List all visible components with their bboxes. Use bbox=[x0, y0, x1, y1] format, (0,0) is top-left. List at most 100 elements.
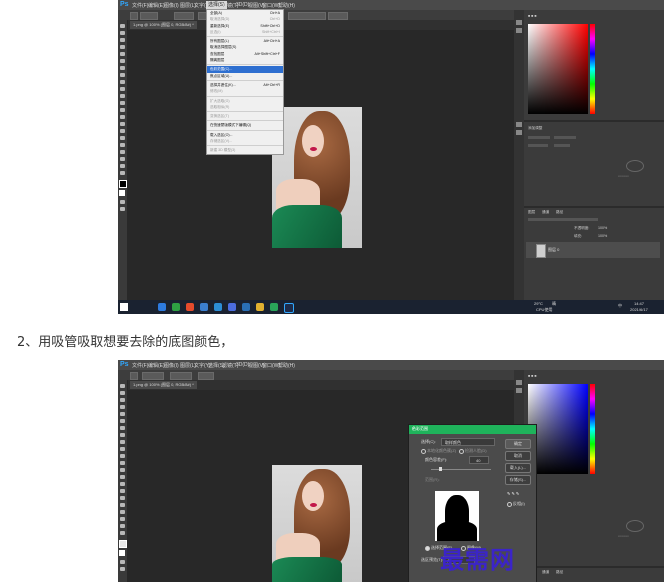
dodge-tool-icon[interactable] bbox=[120, 482, 125, 486]
document-tab[interactable]: 1.png @ 100% (图层 0, RGB/8#) * bbox=[130, 381, 197, 389]
localized-checkbox[interactable] bbox=[421, 449, 426, 454]
properties-panel-icon[interactable] bbox=[516, 28, 522, 33]
quick-select-tool-icon[interactable] bbox=[120, 45, 125, 49]
paths-tab[interactable]: 路径 bbox=[556, 570, 563, 575]
eyedropper-tool-icon[interactable] bbox=[120, 426, 125, 430]
menu-help[interactable]: 帮助(H) bbox=[278, 2, 295, 9]
history-brush-tool-icon[interactable] bbox=[120, 454, 125, 458]
taskbar-time[interactable]: 14:47 bbox=[634, 301, 644, 306]
fuzziness-input[interactable]: 40 bbox=[469, 456, 489, 464]
dodge-tool-icon[interactable] bbox=[120, 122, 125, 126]
select-menu-item[interactable]: 在快速蒙版模式下编辑(Q) bbox=[207, 122, 283, 128]
adjustments-panel-icon[interactable] bbox=[516, 122, 522, 127]
sample-layers-select[interactable] bbox=[170, 372, 192, 380]
background-color-swatch[interactable] bbox=[119, 190, 125, 196]
crop-tool-icon[interactable] bbox=[120, 52, 125, 56]
paths-tab[interactable]: 路径 bbox=[556, 210, 563, 215]
taskbar-lang[interactable]: 中 bbox=[618, 303, 622, 309]
feather-field[interactable] bbox=[174, 12, 194, 20]
load-button[interactable]: 载入(L)... bbox=[505, 463, 531, 473]
app3-icon[interactable] bbox=[270, 303, 278, 311]
zoom-tool-icon[interactable] bbox=[120, 524, 125, 528]
crop-tool-icon[interactable] bbox=[120, 412, 125, 416]
tool-preset-button[interactable] bbox=[130, 12, 138, 20]
select-menu-item[interactable]: 选取相似(R) bbox=[207, 104, 283, 110]
blur-tool-icon[interactable] bbox=[120, 475, 125, 479]
marquee-tool-icon[interactable] bbox=[120, 31, 125, 35]
adjustment-icons-row-3[interactable] bbox=[528, 144, 548, 147]
ok-button[interactable]: 确定 bbox=[505, 439, 531, 449]
screen-mode-icon[interactable] bbox=[120, 567, 125, 571]
path-select-tool-icon[interactable] bbox=[120, 143, 125, 147]
select-menu-item[interactable]: 焦点区域(U)... bbox=[207, 73, 283, 79]
select-menu-item[interactable]: 存储选区(V)... bbox=[207, 138, 283, 144]
select-menu-item[interactable]: 反选(I) Shift+Ctrl+I bbox=[207, 29, 283, 35]
fuzziness-slider-thumb[interactable] bbox=[439, 467, 442, 471]
invert-checkbox[interactable] bbox=[507, 502, 512, 507]
show-ring-checkbox[interactable] bbox=[198, 372, 214, 380]
history-panel-icon[interactable] bbox=[516, 20, 522, 25]
document-canvas[interactable] bbox=[128, 30, 514, 300]
background-color-swatch[interactable] bbox=[119, 550, 125, 556]
frame-tool-icon[interactable] bbox=[120, 59, 125, 63]
cancel-button[interactable]: 取消 bbox=[505, 451, 531, 461]
clone-stamp-tool-icon[interactable] bbox=[120, 87, 125, 91]
screen-mode-icon[interactable] bbox=[120, 207, 125, 211]
foreground-color-swatch[interactable] bbox=[119, 540, 127, 548]
opacity-value[interactable]: 100% bbox=[598, 226, 607, 230]
sample-size-select[interactable] bbox=[142, 372, 164, 380]
style-select[interactable] bbox=[328, 12, 348, 20]
layers-tab[interactable]: 图层 bbox=[528, 210, 535, 215]
quick-select-tool-icon[interactable] bbox=[120, 405, 125, 409]
folder-icon[interactable] bbox=[256, 303, 264, 311]
styles-panel-icon[interactable] bbox=[516, 130, 522, 135]
quick-mask-icon[interactable] bbox=[120, 560, 125, 564]
pen-tool-icon[interactable] bbox=[120, 129, 125, 133]
more-tools-icon[interactable] bbox=[120, 531, 125, 535]
eyedropper-preset-button[interactable] bbox=[130, 372, 138, 380]
word-icon[interactable] bbox=[228, 303, 236, 311]
save-button[interactable]: 存储(S)... bbox=[505, 475, 531, 485]
adjustment-icons-row[interactable] bbox=[528, 136, 550, 139]
history-brush-tool-icon[interactable] bbox=[120, 94, 125, 98]
select-menu-item[interactable]: 新建 3D 模型(3) bbox=[207, 147, 283, 153]
adjustment-icons-row-4[interactable] bbox=[554, 144, 570, 147]
foreground-color-swatch[interactable] bbox=[119, 180, 127, 188]
close-icon[interactable]: × bbox=[412, 426, 533, 431]
path-select-tool-icon[interactable] bbox=[120, 503, 125, 507]
search-icon[interactable] bbox=[158, 303, 166, 311]
channels-tab[interactable]: 通道 bbox=[542, 570, 549, 575]
menu-help[interactable]: 帮助(H) bbox=[278, 362, 295, 369]
marquee-tool-icon[interactable] bbox=[120, 391, 125, 395]
chrome-icon[interactable] bbox=[186, 303, 194, 311]
more-tools-icon[interactable] bbox=[120, 171, 125, 175]
selection-mode-buttons[interactable] bbox=[140, 12, 158, 20]
select-menu-item[interactable]: 修改(M) bbox=[207, 88, 283, 94]
browser-icon[interactable] bbox=[200, 303, 208, 311]
hue-slider[interactable] bbox=[590, 384, 595, 474]
rectangle-tool-icon[interactable] bbox=[120, 150, 125, 154]
layer-filter-row[interactable] bbox=[528, 218, 598, 221]
menu-file[interactable]: 文件(F) bbox=[132, 2, 148, 9]
eyedropper-icons[interactable]: ✎ ✎ ✎ bbox=[507, 491, 519, 496]
select-menu-item[interactable]: 隔离图层 bbox=[207, 57, 283, 63]
menu-edit[interactable]: 编辑(E) bbox=[148, 2, 165, 9]
type-tool-icon[interactable] bbox=[120, 496, 125, 500]
quick-mask-icon[interactable] bbox=[120, 200, 125, 204]
healing-brush-tool-icon[interactable] bbox=[120, 433, 125, 437]
blur-tool-icon[interactable] bbox=[120, 115, 125, 119]
lasso-tool-icon[interactable] bbox=[120, 398, 125, 402]
zoom-tool-icon[interactable] bbox=[120, 164, 125, 168]
move-tool-icon[interactable] bbox=[120, 24, 125, 28]
app2-icon[interactable] bbox=[242, 303, 250, 311]
color-picker-field[interactable] bbox=[528, 24, 588, 114]
channels-tab[interactable]: 通道 bbox=[542, 210, 549, 215]
gradient-tool-icon[interactable] bbox=[120, 468, 125, 472]
color-panel-tab[interactable]: ■ ■ ■ bbox=[528, 14, 537, 18]
color-picker-field[interactable] bbox=[528, 384, 588, 474]
color-panel-tab[interactable]: ■ ■ ■ bbox=[528, 374, 537, 378]
taskbar-date[interactable]: 2021/6/17 bbox=[630, 307, 648, 312]
properties-panel-icon[interactable] bbox=[516, 388, 522, 393]
adjustment-icons-row-2[interactable] bbox=[554, 136, 576, 139]
menu-file[interactable]: 文件(F) bbox=[132, 362, 148, 369]
